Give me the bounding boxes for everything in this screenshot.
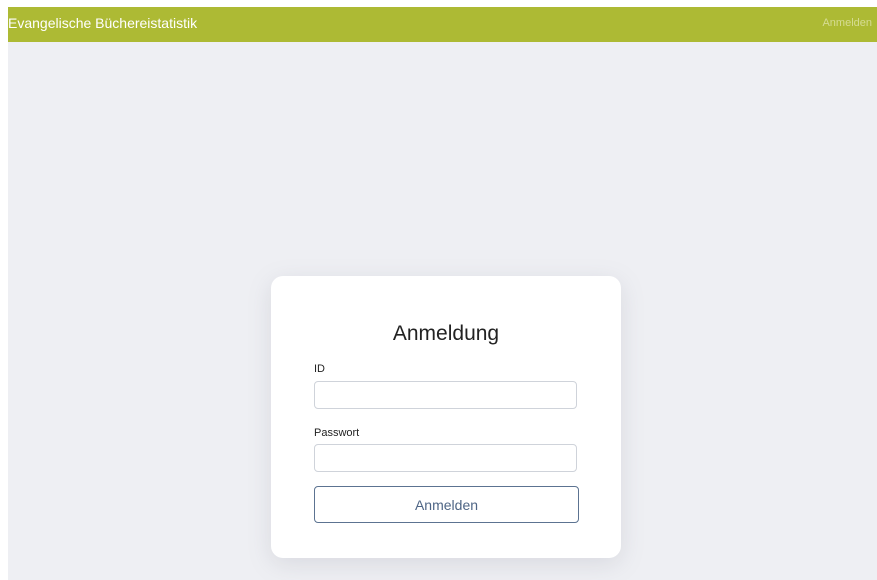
password-input[interactable] — [314, 444, 577, 472]
brand-link[interactable]: Evangelische Büchereistatistik — [8, 15, 197, 31]
login-title: Anmeldung — [392, 322, 500, 345]
login-submit-button[interactable]: Anmelden — [314, 486, 579, 523]
app-container: Evangelische Büchereistatistik Anmelden … — [8, 7, 877, 580]
top-navbar: Evangelische Büchereistatistik Anmelden — [8, 7, 877, 42]
nav-login-link[interactable]: Anmelden — [822, 17, 872, 29]
id-label: ID — [314, 363, 325, 375]
password-label: Passwort — [314, 427, 360, 439]
id-input[interactable] — [314, 381, 577, 409]
login-card: Anmeldung ID Passwort Anmelden — [271, 276, 621, 558]
